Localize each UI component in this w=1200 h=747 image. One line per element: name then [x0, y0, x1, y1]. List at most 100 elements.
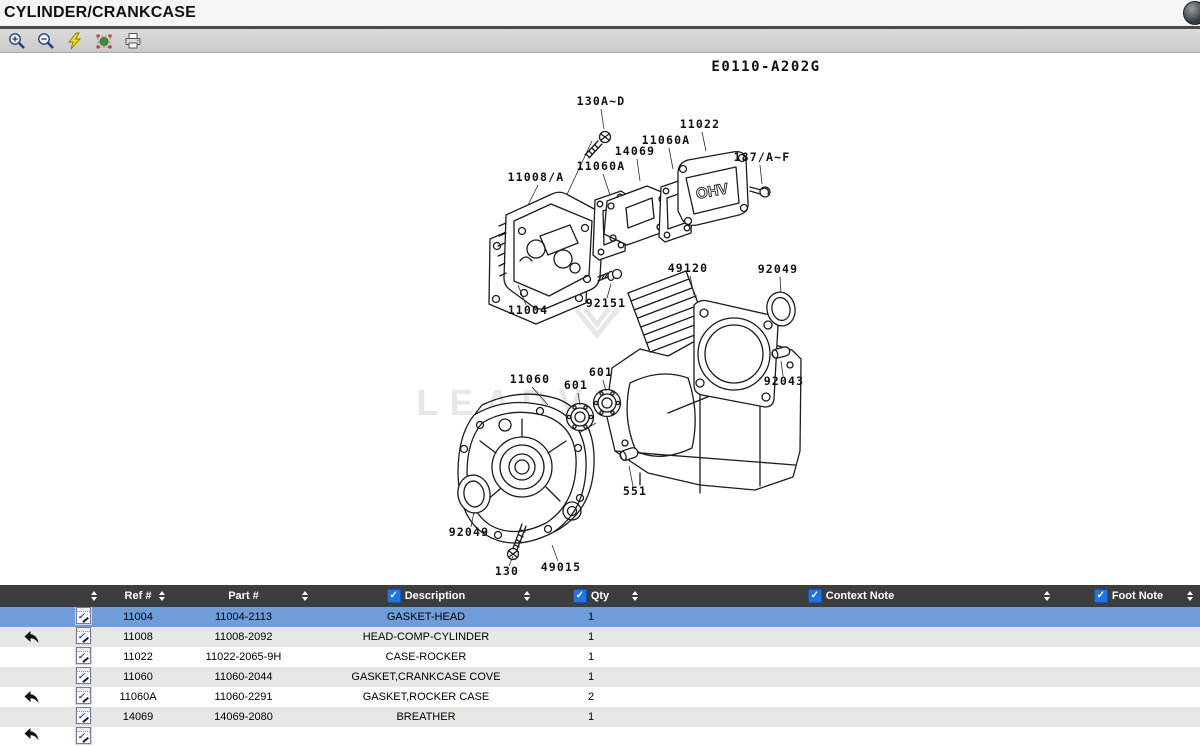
table-header-row: Ref # Part # ✓ Description ✓Qty✓Context Note… [0, 585, 1200, 607]
table-row[interactable]: ✓ 1100411004-2113GASKET-HEAD1 [0, 607, 1200, 627]
cell-context [645, 707, 1057, 727]
table-row[interactable]: ✓ [0, 727, 1200, 747]
notes-icon[interactable]: ✓ [76, 647, 91, 664]
notes-icon[interactable]: ✓ [76, 727, 91, 744]
lightning-button[interactable] [65, 31, 85, 51]
notes-icon[interactable]: ✓ [76, 607, 91, 624]
part-label[interactable]: 92151 [586, 296, 627, 310]
part-label[interactable]: 11004 [508, 303, 549, 317]
notes-icon[interactable]: ✓ [76, 707, 91, 724]
part-label[interactable]: 130 [495, 564, 519, 578]
cell-arrow [0, 727, 62, 747]
part-label[interactable]: 92049 [758, 262, 799, 276]
part-label[interactable]: 11022 [680, 117, 721, 131]
part-label[interactable]: 11060 [510, 372, 551, 386]
column-label: Description [405, 590, 466, 602]
cell-desc: GASKET-HEAD [315, 607, 537, 627]
zoom-out-button[interactable] [36, 31, 56, 51]
part-label[interactable]: 14069 [615, 144, 656, 158]
cell-part: 11004-2113 [172, 607, 315, 627]
cell-foot [1057, 667, 1200, 687]
cell-notes: ✓ [62, 647, 104, 667]
cell-ref: 11008 [104, 627, 172, 647]
lightning-icon [66, 32, 84, 50]
cell-qty: 1 [537, 607, 645, 627]
print-button[interactable] [123, 31, 143, 51]
notes-icon[interactable]: ✓ [76, 687, 91, 704]
cell-qty: 1 [537, 707, 645, 727]
part-label[interactable]: 601 [589, 365, 613, 379]
table-body: ✓ 1100411004-2113GASKET-HEAD1 ✓ 11008110… [0, 607, 1200, 747]
part-crankcase-cover[interactable] [458, 403, 586, 544]
sort-arrows-icon[interactable] [1044, 591, 1050, 601]
column-header-ref-[interactable]: Ref # [104, 585, 172, 607]
cell-notes: ✓ [62, 627, 104, 647]
part-label[interactable]: 49120 [668, 261, 709, 275]
cell-context [645, 607, 1057, 627]
leader-line [760, 165, 762, 184]
part-bearing-601-a[interactable] [567, 404, 594, 431]
part-label[interactable]: 11008/A [508, 170, 565, 184]
part-label[interactable]: 551 [623, 484, 647, 498]
leader-line [702, 132, 706, 151]
column-header-description[interactable]: ✓ Description [315, 585, 537, 607]
part-cylinder-head[interactable] [498, 192, 603, 309]
column-checkbox[interactable]: ✓ [387, 589, 401, 603]
column-header-foot-note[interactable]: ✓Foot Note [1057, 585, 1200, 607]
page-title: CYLINDER/CRANKCASE [0, 4, 196, 22]
sort-arrows-icon[interactable] [91, 591, 97, 601]
leader-line [780, 277, 781, 293]
cell-qty: 2 [537, 687, 645, 707]
leader-line [669, 148, 673, 169]
part-label[interactable]: 92043 [764, 374, 805, 388]
sort-arrows-icon[interactable] [159, 591, 165, 601]
cell-desc: CASE-ROCKER [315, 647, 537, 667]
part-label[interactable]: 130A~D [577, 94, 626, 108]
column-header-context-note[interactable]: ✓Context Note [645, 585, 1057, 607]
column-header-part-[interactable]: Part # [172, 585, 315, 607]
cell-desc: BREATHER [315, 707, 537, 727]
part-label[interactable]: 49015 [541, 560, 582, 574]
table-row[interactable]: ✓ 11060A11060-2291GASKET,ROCKER CASE2 [0, 687, 1200, 707]
part-label[interactable]: 11060A [577, 159, 626, 173]
table-row[interactable]: ✓ 1406914069-2080BREATHER1 [0, 707, 1200, 727]
column-header-blank[interactable] [0, 585, 104, 607]
part-label[interactable]: 92049 [449, 525, 490, 539]
back-arrow-icon[interactable] [23, 630, 40, 644]
sort-arrows-icon[interactable] [524, 591, 530, 601]
column-checkbox[interactable]: ✓ [1094, 589, 1108, 603]
cell-ref: 11060A [104, 687, 172, 707]
back-arrow-icon[interactable] [23, 690, 40, 704]
sort-arrows-icon[interactable] [302, 591, 308, 601]
column-checkbox[interactable]: ✓ [808, 589, 822, 603]
part-label[interactable]: 187/A~F [734, 150, 791, 164]
column-checkbox[interactable]: ✓ [573, 589, 587, 603]
image-hotspots-icon [95, 32, 113, 50]
help-icon[interactable] [1183, 1, 1200, 25]
sort-arrows-icon[interactable] [632, 591, 638, 601]
part-bearing-601-b[interactable] [594, 390, 621, 417]
print-icon [124, 32, 142, 50]
zoom-in-button[interactable] [7, 31, 27, 51]
table-row[interactable]: ✓ 1102211022-2065-9HCASE-ROCKER1 [0, 647, 1200, 667]
part-stud-92151[interactable] [598, 270, 622, 282]
part-bolt-187[interactable] [750, 187, 770, 197]
parts-diagram: LEADVENTURE E0110-A202G [0, 53, 1200, 585]
cell-foot [1057, 687, 1200, 707]
part-bolt-130[interactable] [585, 132, 611, 159]
table-row[interactable]: ✓ 1106011060-2044GASKET,CRANKCASE COVE1 [0, 667, 1200, 687]
column-label: Part # [228, 590, 259, 602]
back-arrow-icon[interactable] [23, 727, 40, 741]
image-hotspots-button[interactable] [94, 31, 114, 51]
cell-qty: 1 [537, 647, 645, 667]
cell-part: 11060-2291 [172, 687, 315, 707]
table-row[interactable]: ✓ 1100811008-2092HEAD-COMP-CYLINDER1 [0, 627, 1200, 647]
sort-arrows-icon[interactable] [1187, 591, 1193, 601]
part-label[interactable]: 601 [564, 378, 588, 392]
notes-icon[interactable]: ✓ [76, 667, 91, 684]
cell-ref: 11022 [104, 647, 172, 667]
column-header-qty[interactable]: ✓Qty [537, 585, 645, 607]
leader-line [552, 545, 558, 561]
cell-desc: GASKET,ROCKER CASE [315, 687, 537, 707]
notes-icon[interactable]: ✓ [76, 627, 91, 644]
